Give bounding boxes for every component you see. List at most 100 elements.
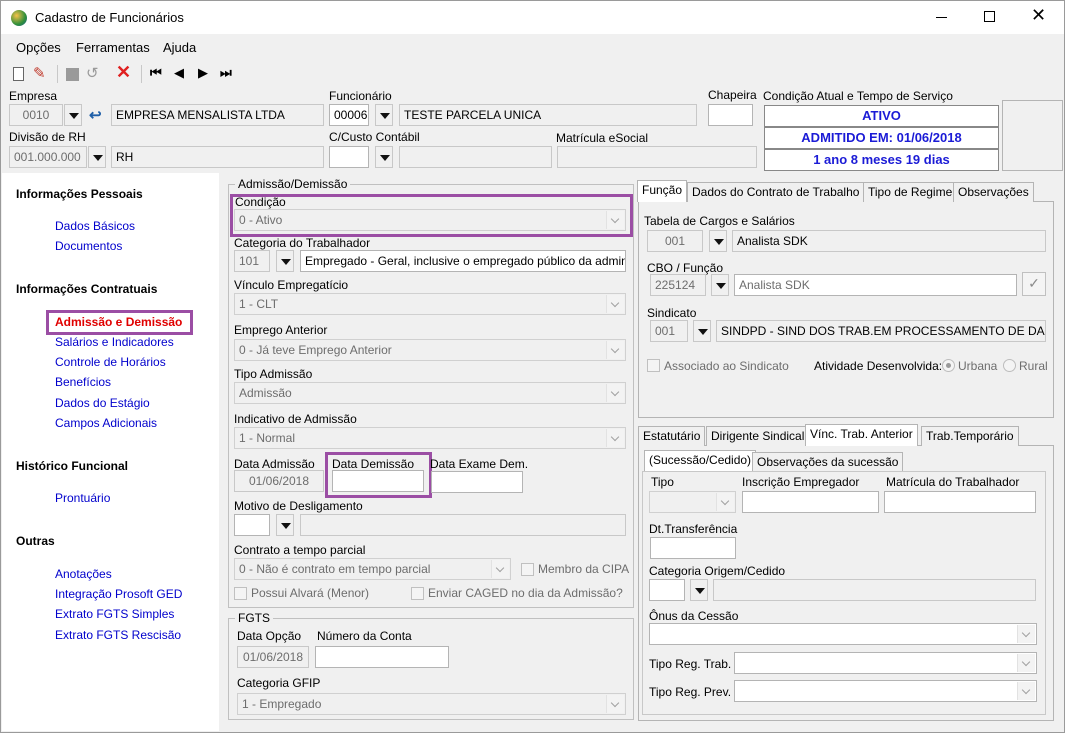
divisao-code-field[interactable]: 001.000.000 [9, 146, 87, 168]
next-record-icon[interactable]: ▶ [198, 65, 208, 81]
tab-trab-temporario[interactable]: Trab.Temporário [921, 426, 1019, 446]
first-record-icon[interactable]: ⏮ [150, 65, 162, 81]
data-exame-field[interactable] [431, 471, 523, 493]
sidebar-item-dados-estagio[interactable]: Dados do Estágio [55, 396, 150, 410]
motivo-dropdown[interactable] [276, 514, 294, 536]
sidebar-item-anotacoes[interactable]: Anotações [55, 567, 112, 581]
empresa-label: Empresa [9, 89, 58, 103]
sidebar-item-extrato-fgts-rescisao[interactable]: Extrato FGTS Rescisão [55, 628, 181, 642]
sidebar-item-salarios[interactable]: Salários e Indicadores [55, 335, 174, 349]
categoria-trabalhador-label: Categoria do Trabalhador [234, 236, 371, 250]
urbana-radio[interactable] [942, 359, 955, 372]
cbo-dropdown[interactable] [711, 274, 729, 296]
matricula-trabalhador-field[interactable] [884, 491, 1036, 513]
categoria-origem-dropdown[interactable] [690, 579, 708, 601]
categoria-code-field[interactable]: 101 [234, 250, 270, 272]
close-icon[interactable]: ✕ [1031, 5, 1046, 26]
maximize-icon[interactable] [984, 11, 995, 22]
checkmark-button[interactable]: ✓ [1022, 272, 1046, 296]
tipo-select[interactable] [649, 491, 736, 513]
data-admissao-field[interactable]: 01/06/2018 [234, 470, 324, 492]
tab-funcao[interactable]: Função [637, 180, 688, 202]
onus-cessao-select[interactable] [649, 623, 1037, 645]
condicao-atual-label: Condição Atual e Tempo de Serviço [763, 89, 953, 103]
empresa-code-field[interactable]: 0010 [9, 104, 63, 126]
indicativo-admissao-label: Indicativo de Admissão [234, 412, 357, 426]
edit-pencil-icon[interactable]: ✎ [33, 64, 46, 82]
funcionario-name-field: TESTE PARCELA UNICA [399, 104, 697, 126]
tab-estatutario[interactable]: Estatutário [638, 426, 706, 446]
sidebar-item-campos-adicionais[interactable]: Campos Adicionais [55, 416, 157, 430]
numero-conta-field[interactable] [315, 646, 449, 668]
membro-cipa-checkbox[interactable] [521, 563, 534, 576]
tab-dados-contrato[interactable]: Dados do Contrato de Trabalho [687, 182, 865, 202]
subtab-sucessao-cedido[interactable]: (Sucessão/Cedido) [644, 450, 757, 472]
chapeira-field[interactable] [708, 104, 753, 126]
data-opcao-field[interactable]: 01/06/2018 [237, 646, 309, 668]
rural-radio[interactable] [1003, 359, 1016, 372]
data-exame-label: Data Exame Dem. [430, 457, 529, 471]
dt-transferencia-field[interactable] [650, 537, 736, 559]
categoria-origem-code[interactable] [649, 579, 685, 601]
subtab-observacoes-sucessao[interactable]: Observações da sucessão [752, 452, 904, 472]
emprego-anterior-select[interactable]: 0 - Já teve Emprego Anterior [234, 339, 626, 361]
funcionario-dropdown[interactable] [375, 104, 393, 126]
ccusto-code-field[interactable] [329, 146, 369, 168]
last-record-icon[interactable]: ⏭ [220, 65, 232, 81]
indicativo-admissao-select[interactable]: 1 - Normal [234, 427, 626, 449]
vinculo-label: Vínculo Empregatício [234, 278, 349, 292]
tipo-reg-trab-select[interactable] [734, 652, 1037, 674]
prev-record-icon[interactable]: ◀ [174, 65, 184, 81]
sidebar-item-documentos[interactable]: Documentos [55, 239, 122, 253]
highlight-condicao [230, 194, 633, 237]
menu-opcoes[interactable]: Opções [16, 40, 61, 55]
tab-dirigente-sindical[interactable]: Dirigente Sindical [706, 426, 810, 446]
menu-ajuda[interactable]: Ajuda [163, 40, 196, 55]
sidebar-item-beneficios[interactable]: Benefícios [55, 375, 111, 389]
caged-checkbox[interactable] [411, 587, 424, 600]
inscricao-empregador-field[interactable] [742, 491, 879, 513]
sidebar-item-prontuario[interactable]: Prontuário [55, 491, 110, 505]
new-document-icon[interactable] [13, 67, 24, 81]
undo-icon[interactable]: ↺ [86, 64, 99, 82]
tab-tipo-regime[interactable]: Tipo de Regime [863, 182, 958, 202]
sidebar-item-extrato-fgts-simples[interactable]: Extrato FGTS Simples [55, 607, 174, 621]
tipo-reg-prev-select[interactable] [734, 680, 1037, 702]
sindicato-code-field[interactable]: 001 [650, 320, 688, 342]
refresh-link-icon[interactable]: ↩ [89, 106, 102, 124]
save-icon[interactable] [66, 68, 79, 81]
funcionario-code-field[interactable]: 00006 [329, 104, 369, 126]
sidebar-item-controle-horarios[interactable]: Controle de Horários [55, 355, 166, 369]
divisao-dropdown[interactable] [88, 146, 106, 168]
categoria-dropdown[interactable] [276, 250, 294, 272]
tipo-admissao-select[interactable]: Admissão [234, 382, 626, 404]
sindicato-dropdown[interactable] [693, 320, 711, 342]
contrato-parcial-label: Contrato a tempo parcial [234, 543, 366, 557]
alvara-checkbox[interactable] [234, 587, 247, 600]
highlight-admissao-demissao [46, 310, 193, 335]
sidebar-item-integracao-ged[interactable]: Integração Prosoft GED [55, 587, 182, 601]
sidebar-section-pessoais: Informações Pessoais [16, 187, 143, 201]
ccusto-dropdown[interactable] [375, 146, 393, 168]
associado-checkbox[interactable] [647, 359, 660, 372]
tabela-dropdown[interactable] [709, 230, 727, 252]
categoria-gfip-select[interactable]: 1 - Empregado [237, 693, 626, 715]
tabela-code-field[interactable]: 001 [647, 230, 703, 252]
associado-label: Associado ao Sindicato [664, 359, 789, 373]
motivo-code-field[interactable] [234, 514, 270, 536]
title-bar: Cadastro de Funcionários ✕ [1, 1, 1064, 34]
caged-label: Enviar CAGED no dia da Admissão? [428, 586, 623, 600]
tab-vinc-trab-anterior[interactable]: Vínc. Trab. Anterior [805, 424, 918, 446]
contrato-parcial-select[interactable]: 0 - Não é contrato em tempo parcial [234, 558, 511, 580]
menu-ferramentas[interactable]: Ferramentas [76, 40, 150, 55]
sidebar-item-dados-basicos[interactable]: Dados Básicos [55, 219, 135, 233]
minimize-icon[interactable] [936, 17, 947, 18]
cbo-code-field[interactable]: 225124 [650, 274, 706, 296]
vinculo-select[interactable]: 1 - CLT [234, 293, 626, 315]
tipo-reg-trab-label: Tipo Reg. Trab. [649, 657, 732, 671]
tab-observacoes[interactable]: Observações [953, 182, 1034, 202]
delete-icon[interactable]: ✕ [116, 62, 131, 83]
matricula-esocial-field[interactable] [557, 146, 757, 168]
empresa-dropdown[interactable] [64, 104, 82, 126]
photo-box[interactable] [1002, 100, 1063, 171]
